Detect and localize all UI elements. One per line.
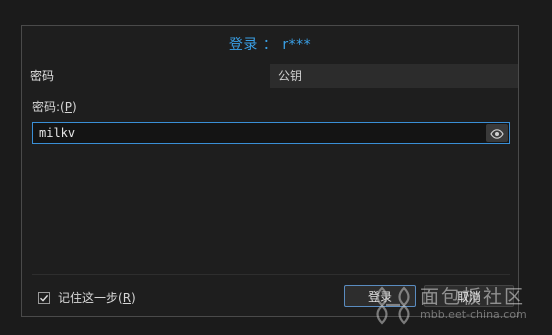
check-icon (40, 294, 49, 302)
remember-checkbox[interactable] (38, 291, 50, 304)
remember-label-suffix: ) (131, 290, 136, 305)
eye-icon (490, 124, 504, 143)
cancel-button[interactable]: 取消 (424, 285, 514, 307)
auth-tabs: 密码 公钥 (22, 64, 518, 88)
login-dialog: 登录 ： r*** 密码 公钥 密码:(P) 记住这一步(R) 登录 取消 (21, 25, 519, 317)
footer-divider (32, 274, 510, 275)
password-label: 密码:(P) (32, 98, 77, 115)
login-button[interactable]: 登录 (344, 285, 416, 307)
password-label-mnemonic: P (64, 100, 72, 114)
show-password-button[interactable] (486, 124, 508, 142)
tab-public-key[interactable]: 公钥 (270, 64, 518, 88)
remember-label-mnemonic: R (122, 290, 132, 305)
remember-step-option[interactable]: 记住这一步(R) (38, 289, 136, 306)
password-label-prefix: 密码:( (32, 100, 65, 114)
password-field-wrapper (32, 122, 510, 144)
tab-password[interactable]: 密码 (22, 64, 270, 88)
dialog-title: 登录 ： r*** (228, 37, 312, 53)
remember-label-prefix: 记住这一步( (58, 291, 123, 305)
password-input[interactable] (33, 123, 483, 143)
password-label-suffix: ) (71, 100, 77, 114)
